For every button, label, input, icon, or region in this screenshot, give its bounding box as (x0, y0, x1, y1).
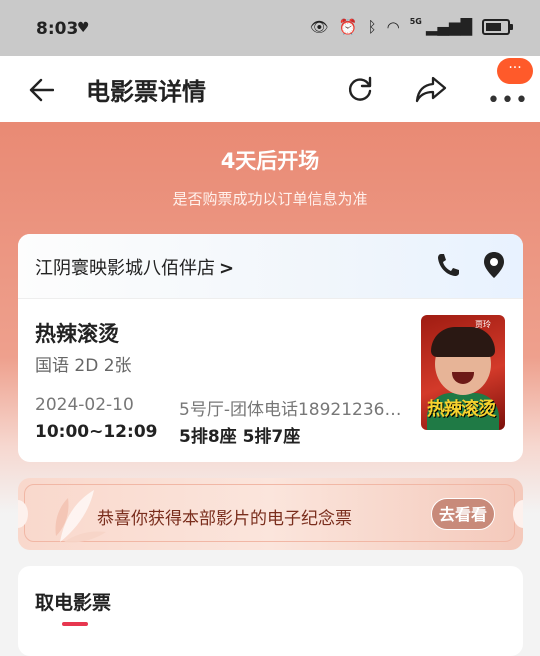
network-label: 5G (409, 16, 422, 26)
cinema-header[interactable]: 江阴寰映影城八佰伴店 > (18, 234, 523, 298)
show-time: 10:00~12:09 (35, 422, 158, 442)
status-time: 8:03 (36, 19, 79, 39)
refresh-icon[interactable] (344, 73, 376, 105)
page-title: 电影票详情 (86, 78, 206, 106)
nav-bar: 电影票详情 ••• ··· (0, 56, 540, 122)
movie-meta: 国语 2D 2张 (35, 356, 132, 376)
share-icon[interactable] (414, 73, 448, 105)
alarm-icon: ⏰ (338, 18, 358, 36)
pickup-tab-indicator (62, 622, 88, 626)
show-date: 2024-02-10 (35, 395, 134, 415)
status-bar: 8:03 ♥ 👁 ⏰ ᛒ ◠ 5G ▂▄▆█ (0, 0, 540, 56)
pickup-title: 取电影票 (35, 592, 112, 614)
card-divider (18, 298, 523, 299)
movie-title: 热辣滚烫 (35, 322, 119, 346)
pickup-section: 取电影票 (18, 566, 523, 656)
chevron-right-icon: > (219, 258, 235, 279)
seat-info: 5排8座 5排7座 (179, 427, 301, 447)
more-icon[interactable]: ••• (487, 88, 529, 113)
eye-icon: 👁 (309, 18, 329, 36)
phone-icon[interactable] (436, 252, 460, 278)
back-arrow-icon[interactable] (28, 77, 54, 103)
status-icons: 👁 ⏰ ᛒ ◠ 5G ▂▄▆█ (309, 16, 513, 36)
countdown-text: 4天后开场 (220, 149, 320, 173)
wifi-icon: ◠ (386, 18, 400, 36)
view-souvenir-button[interactable]: 去看看 (431, 498, 495, 530)
battery-icon (482, 19, 513, 35)
hall-info: 5号厅-团体电话18921236… (179, 400, 402, 420)
ticket-card: 江阴寰映影城八佰伴店 > 热辣滚烫 国语 2D 2张 2024-02-10 10:… (18, 234, 523, 462)
souvenir-ticket-banner[interactable]: 恭喜你获得本部影片的电子纪念票 去看看 (18, 478, 523, 550)
poster-title: 热辣滚烫 (427, 399, 496, 420)
more-badge[interactable]: ··· (497, 58, 533, 84)
health-icon: ♥ (77, 20, 90, 36)
order-notice: 是否购票成功以订单信息为准 (172, 190, 368, 208)
poster-tag: 贾玲 (475, 320, 491, 329)
cinema-name[interactable]: 江阴寰映影城八佰伴店 > (35, 254, 234, 280)
location-icon[interactable] (482, 251, 506, 279)
souvenir-text: 恭喜你获得本部影片的电子纪念票 (97, 509, 352, 529)
bluetooth-icon: ᛒ (367, 18, 377, 36)
movie-poster[interactable]: 贾玲 热辣滚烫 (421, 315, 505, 430)
signal-icon: ▂▄▆█ (425, 18, 472, 36)
poster-hair (431, 327, 495, 357)
